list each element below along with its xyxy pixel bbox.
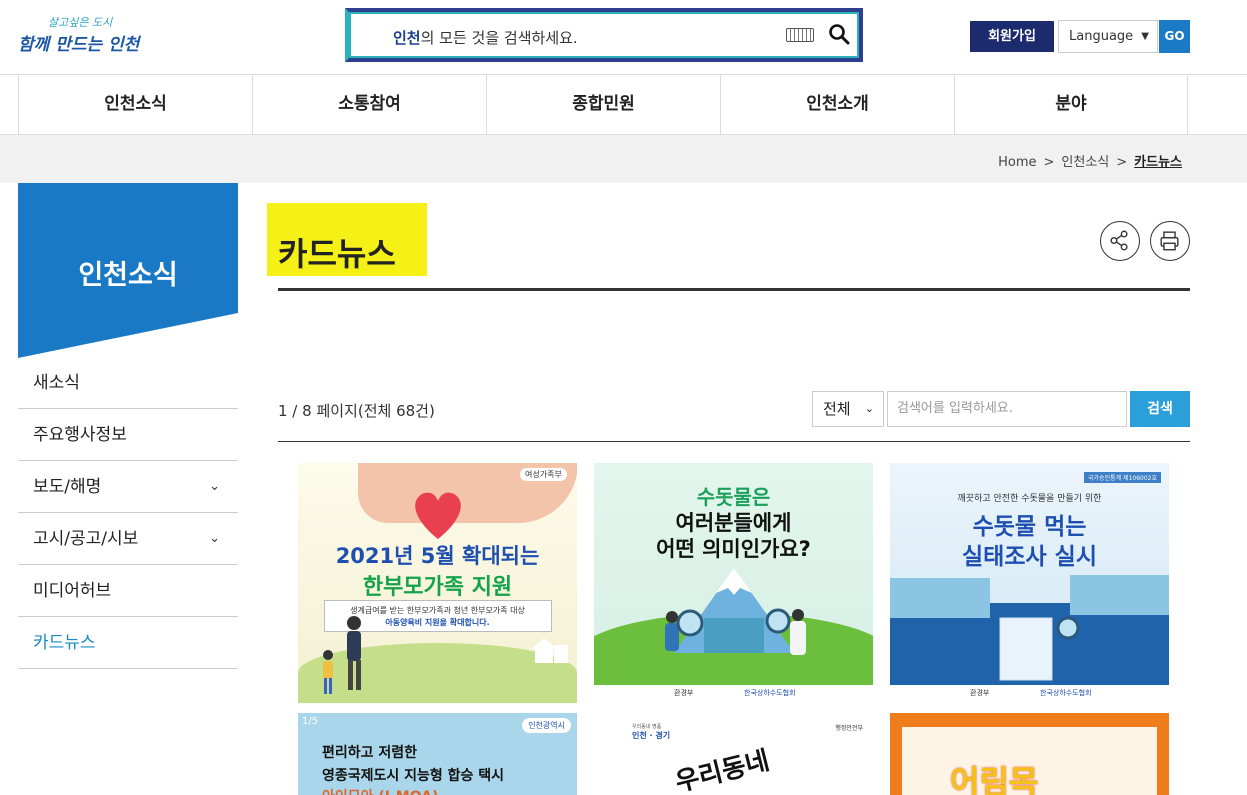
logo-text: 함께 만드는 인천 bbox=[18, 35, 140, 55]
card-title: 어림목 bbox=[950, 763, 1039, 795]
sidebar-item-label: 미디어허브 bbox=[33, 581, 112, 601]
sidebar-title: 인천소식 bbox=[78, 260, 178, 291]
card-title: 아이모아 (I-MOA) bbox=[322, 786, 439, 795]
card-subtitle: 깨끗하고 안전한 수돗물을 만들기 위한 bbox=[957, 494, 1102, 504]
sidebar-item-cardnews[interactable]: 카드뉴스 bbox=[18, 617, 238, 669]
card-news-item[interactable]: 국가승인통계 제106002호 깨끗하고 안전한 수돗물을 만들기 위한 수돗물… bbox=[890, 463, 1169, 703]
go-button[interactable]: GO bbox=[1159, 20, 1190, 53]
list-divider bbox=[278, 441, 1190, 442]
breadcrumb-home[interactable]: Home bbox=[998, 155, 1036, 170]
card-news-item[interactable]: 어림목 bbox=[890, 713, 1169, 795]
nav-item-about[interactable]: 인천소개 bbox=[720, 75, 954, 134]
card-org: 한국상하수도협회 bbox=[744, 689, 796, 697]
nav-item-fields[interactable]: 분야 bbox=[954, 75, 1188, 134]
breadcrumb-bar: Home > 인천소식 > 카드뉴스 bbox=[0, 135, 1247, 183]
search-button[interactable]: 검색 bbox=[1130, 391, 1190, 427]
card-org-small: 우리동네 명품 bbox=[632, 724, 662, 730]
heart-icon bbox=[415, 492, 461, 539]
breadcrumb-news[interactable]: 인천소식 bbox=[1061, 155, 1109, 170]
site-header: 살고싶은 도시 함께 만드는 인천 인천의 모든 것을 검색하세요. 회원가입 … bbox=[0, 0, 1247, 75]
chevron-down-icon[interactable]: ⌄ bbox=[209, 461, 220, 513]
card-org: 환경부 bbox=[674, 689, 694, 697]
people-illustration bbox=[665, 608, 806, 655]
sidebar-item-mediahub[interactable]: 미디어허브 bbox=[18, 565, 238, 617]
card-title: 편리하고 저렴한 bbox=[322, 745, 418, 761]
sidebar-item-label: 카드뉴스 bbox=[33, 633, 96, 653]
card-news-item[interactable]: 1/5 인천광역시 편리하고 저렴한 영종국제도시 지능형 합승 택시 아이모아… bbox=[298, 713, 577, 795]
card-agency: 행정안전부 bbox=[835, 725, 863, 732]
breadcrumb: Home > 인천소식 > 카드뉴스 bbox=[998, 151, 1182, 170]
breadcrumb-current[interactable]: 카드뉴스 bbox=[1134, 155, 1182, 170]
share-icon bbox=[1110, 230, 1128, 251]
card-city bbox=[1070, 575, 1169, 615]
card-title-part: 수돗물은 bbox=[696, 485, 771, 509]
title-divider bbox=[278, 288, 1190, 291]
card-page: 1/5 bbox=[302, 716, 319, 727]
search-icon[interactable] bbox=[827, 22, 851, 46]
card-title: 우리동네 bbox=[672, 745, 773, 795]
card-org: 한국상하수도협회 bbox=[1040, 689, 1092, 697]
nav-item-civil[interactable]: 종합민원 bbox=[486, 75, 720, 134]
language-select[interactable]: Language ▼ bbox=[1058, 20, 1158, 53]
search-placeholder: 의 모든 것을 검색하세요. bbox=[420, 29, 578, 47]
house-icon bbox=[532, 638, 568, 663]
join-button[interactable]: 회원가입 bbox=[970, 21, 1054, 52]
sidebar-item-notices[interactable]: 고시/공고/시보 ⌄ bbox=[18, 513, 238, 565]
card-news-item[interactable]: 수돗물은 여러분들에게 어떤 의미인가요? 환경부 한국상하수도협회 bbox=[594, 463, 873, 703]
card-footer bbox=[890, 685, 1169, 703]
main-search-input[interactable]: 인천의 모든 것을 검색하세요. bbox=[393, 27, 578, 48]
breadcrumb-separator: > bbox=[1043, 155, 1055, 170]
breadcrumb-separator: > bbox=[1116, 155, 1128, 170]
print-icon bbox=[1160, 231, 1179, 251]
site-logo[interactable]: 살고싶은 도시 함께 만드는 인천 bbox=[18, 14, 158, 60]
card-title: 수돗물은 bbox=[594, 481, 873, 510]
card-agency: 인천광역시 bbox=[522, 718, 571, 733]
sidebar-item-label: 고시/공고/시보 bbox=[33, 529, 139, 549]
card-org-name: 인천 · 경기 bbox=[632, 731, 671, 740]
card-title: 2021년 5월 확대되는 bbox=[335, 544, 540, 568]
keyword-input[interactable]: 검색어를 입력하세요. bbox=[887, 391, 1127, 427]
page-count: 1 / 8 페이지(전체 68건) bbox=[278, 402, 435, 420]
card-org: 환경부 bbox=[970, 689, 990, 697]
main-search-box[interactable]: 인천의 모든 것을 검색하세요. bbox=[345, 8, 863, 62]
card-city bbox=[890, 578, 990, 618]
card-agency: 여성가족부 bbox=[520, 468, 567, 481]
sidebar-item-label: 새소식 bbox=[33, 373, 80, 393]
caret-down-icon: ▼ bbox=[1141, 31, 1149, 42]
card-news-item[interactable]: 여성가족부 2021년 5월 확대되는 한부모가족 지원 생계급여를 받는 한부… bbox=[298, 463, 577, 703]
sidebar-item-events[interactable]: 주요행사정보 bbox=[18, 409, 238, 461]
card-badge: 국가승인통계 제106002호 bbox=[1084, 472, 1161, 483]
card-title: 영종국제도시 지능형 합승 택시 bbox=[322, 768, 505, 784]
card-news-item[interactable]: 우리동네 명품 인천 · 경기 행정안전부 우리동네 bbox=[594, 713, 873, 795]
family-illustration bbox=[323, 616, 361, 694]
sidebar-menu: 새소식 주요행사정보 보도/해명 ⌄ 고시/공고/시보 ⌄ 미디어허브 카드뉴스 bbox=[18, 357, 238, 669]
chevron-down-icon: ⌄ bbox=[864, 402, 874, 415]
card-title: 어떤 의미인가요? bbox=[656, 537, 811, 561]
share-button[interactable] bbox=[1100, 221, 1140, 261]
chevron-down-icon[interactable]: ⌄ bbox=[209, 513, 220, 565]
sidebar-item-press[interactable]: 보도/해명 ⌄ bbox=[18, 461, 238, 513]
sidebar-header: 인천소식 bbox=[18, 183, 238, 358]
nav-item-participation[interactable]: 소통참여 bbox=[252, 75, 486, 134]
search-highlight: 인천 bbox=[393, 29, 421, 47]
page: 살고싶은 도시 함께 만드는 인천 인천의 모든 것을 검색하세요. 회원가입 … bbox=[0, 0, 1247, 795]
sidebar-item-label: 주요행사정보 bbox=[33, 425, 127, 445]
card-title: 수돗물 먹는 bbox=[972, 514, 1087, 540]
language-label: Language bbox=[1069, 29, 1134, 44]
print-button[interactable] bbox=[1150, 221, 1190, 261]
sidebar-item-new[interactable]: 새소식 bbox=[18, 357, 238, 409]
card-title: 한부모가족 지원 bbox=[362, 575, 513, 600]
sidebar-title-box: 인천소식 bbox=[18, 183, 238, 358]
filter-value: 전체 bbox=[823, 400, 851, 418]
filter-select[interactable]: 전체 ⌄ bbox=[812, 391, 884, 427]
card-footer bbox=[594, 685, 873, 703]
card-title: 실태조사 실시 bbox=[962, 544, 1097, 570]
glass-illustration bbox=[999, 616, 1080, 681]
nav-item-news[interactable]: 인천소식 bbox=[18, 75, 252, 134]
page-title: 카드뉴스 bbox=[278, 235, 396, 273]
main-nav: 인천소식 소통참여 종합민원 인천소개 분야 bbox=[0, 75, 1247, 135]
sidebar-item-label: 보도/해명 bbox=[33, 477, 102, 497]
logo-slogan: 살고싶은 도시 bbox=[48, 16, 113, 29]
keyboard-icon[interactable] bbox=[786, 28, 814, 42]
